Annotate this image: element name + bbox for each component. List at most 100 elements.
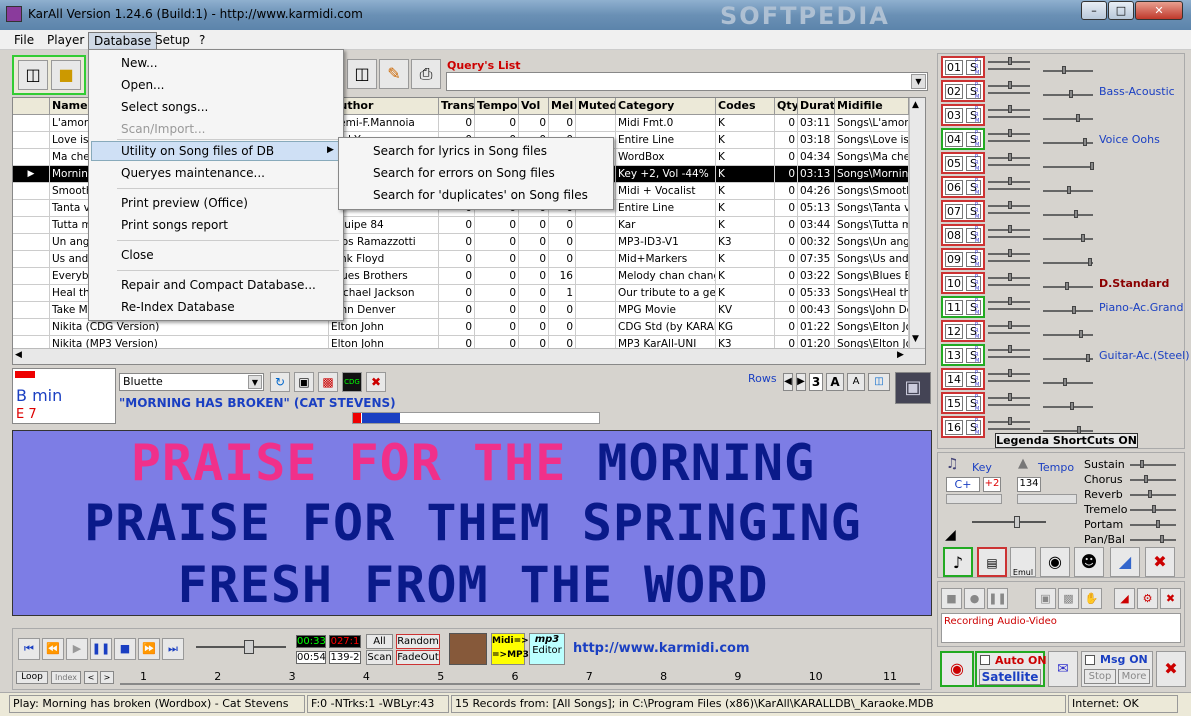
font-large-button[interactable]: A (826, 373, 844, 391)
channel-volume-thumb[interactable] (1076, 114, 1080, 122)
chevron-down-icon[interactable]: ▼ (248, 375, 262, 389)
scroll-up-icon[interactable]: ▲ (912, 100, 919, 110)
channel-volume-slider[interactable] (1043, 310, 1093, 312)
window-icon[interactable]: ◫ (868, 373, 890, 391)
settings-tools-icon[interactable]: ✖ (1156, 651, 1186, 687)
submenu-search-errors[interactable]: Search for errors on Song files (373, 166, 555, 180)
channel-slider-thumb[interactable] (1008, 369, 1012, 377)
grid-header-author[interactable]: Author (329, 98, 439, 115)
singer-icon[interactable]: ☻ (1074, 547, 1104, 577)
grid-header-muted[interactable]: Muted (576, 98, 616, 115)
maximize-button[interactable]: □ (1108, 1, 1134, 20)
grid-header-durat[interactable]: Durat (798, 98, 835, 115)
channel-volume-slider[interactable] (1043, 214, 1093, 216)
channel-volume-slider[interactable] (1043, 166, 1093, 168)
emul-button[interactable]: Emul (1010, 547, 1036, 577)
channel-volume-thumb[interactable] (1070, 402, 1074, 410)
effect-slider-thumb[interactable] (1140, 460, 1144, 468)
menu-item-select-songs[interactable]: Select songs... (121, 100, 208, 114)
all-button[interactable]: All (366, 634, 393, 649)
effect-slider[interactable] (1130, 479, 1176, 481)
channel-slider-thumb[interactable] (1008, 249, 1012, 257)
more-button[interactable]: More (1118, 669, 1150, 684)
channel-number[interactable]: 13 (945, 348, 963, 363)
channel-number[interactable]: 02 (945, 84, 963, 99)
first-track-icon[interactable]: ⏮ (18, 638, 40, 660)
channel-number[interactable]: 16 (945, 420, 963, 435)
satellite-button[interactable]: Satellite (979, 669, 1041, 685)
channel-slider-b[interactable] (988, 164, 1030, 166)
effect-slider[interactable] (1130, 524, 1176, 526)
channel-slider-b[interactable] (988, 212, 1030, 214)
submenu-search-duplicates[interactable]: Search for 'duplicates' on Song files (373, 188, 588, 202)
channel-slider-b[interactable] (988, 140, 1030, 142)
piano-icon[interactable]: ▤ (977, 547, 1007, 577)
channel-number[interactable]: 12 (945, 324, 963, 339)
channel-number[interactable]: 15 (945, 396, 963, 411)
camera-icon[interactable]: ▣ (1035, 588, 1056, 609)
horizontal-scrollbar[interactable] (13, 348, 925, 364)
mp3-editor-button[interactable]: mp3 Editor (529, 633, 565, 665)
effect-slider-thumb[interactable] (1148, 490, 1152, 498)
channel-volume-slider[interactable] (1043, 70, 1093, 72)
forward-icon[interactable]: ⏩ (138, 638, 160, 660)
channel-number[interactable]: 10 (945, 276, 963, 291)
channel-slider-b[interactable] (988, 188, 1030, 190)
channel-slider-thumb[interactable] (1008, 177, 1012, 185)
menu-item-close[interactable]: Close (121, 248, 154, 262)
index-next-button[interactable]: > (100, 671, 114, 684)
effect-slider-thumb[interactable] (1156, 520, 1160, 528)
pause-record-icon[interactable]: ❚❚ (987, 588, 1008, 609)
channel-slider-thumb[interactable] (1008, 225, 1012, 233)
channel-slider-b[interactable] (988, 68, 1030, 70)
channel-volume-thumb[interactable] (1062, 66, 1066, 74)
channel-volume-slider[interactable] (1043, 94, 1093, 96)
effect-slider[interactable] (1130, 494, 1176, 496)
msg-checkbox[interactable] (1085, 655, 1095, 665)
channel-volume-thumb[interactable] (1083, 138, 1087, 146)
printer-icon[interactable]: ⎙ (411, 59, 441, 89)
channel-slider-thumb[interactable] (1008, 129, 1012, 137)
channel-number[interactable]: 05 (945, 156, 963, 171)
channel-number[interactable]: 03 (945, 108, 963, 123)
channel-slider-thumb[interactable] (1008, 81, 1012, 89)
db-disk-icon[interactable]: ◫ (347, 59, 377, 89)
channel-number[interactable]: 08 (945, 228, 963, 243)
submenu-search-lyrics[interactable]: Search for lyrics in Song files (373, 144, 547, 158)
play-icon[interactable]: ▶ (66, 638, 88, 660)
grid-header-qty[interactable]: Qty (775, 98, 798, 115)
minimize-button[interactable]: – (1081, 1, 1107, 20)
channel-slider-thumb[interactable] (1008, 201, 1012, 209)
website-link[interactable]: http://www.karmidi.com (573, 641, 750, 656)
scroll-left-icon[interactable]: ◀ (15, 350, 22, 360)
grid-header-category[interactable]: Category (616, 98, 716, 115)
volume-slider-thumb[interactable] (244, 640, 254, 654)
effect-slider[interactable] (1130, 464, 1176, 466)
channel-volume-thumb[interactable] (1074, 210, 1078, 218)
effect-slider-thumb[interactable] (1160, 535, 1164, 543)
position-ruler[interactable] (120, 683, 920, 685)
menu-item-queryes[interactable]: Queryes maintenance... (121, 166, 265, 180)
menu-file[interactable]: File (9, 32, 39, 48)
menu-setup[interactable]: Setup (150, 32, 195, 48)
legend-shortcuts-button[interactable]: Legenda ShortCuts ON (995, 433, 1138, 448)
channel-volume-thumb[interactable] (1072, 306, 1076, 314)
menu-database[interactable]: Database (88, 32, 158, 50)
effect-slider[interactable] (1130, 539, 1176, 541)
grid-header-codes[interactable]: Codes (716, 98, 775, 115)
menu-item-utility[interactable]: Utility on Song files of DB (121, 144, 274, 158)
channel-slider-b[interactable] (988, 428, 1030, 430)
message-icon[interactable]: ✉ (1048, 651, 1078, 687)
channel-slider-thumb[interactable] (1008, 345, 1012, 353)
rows-decrease-button[interactable]: ◀ (783, 373, 793, 391)
scroll-down-icon[interactable]: ▼ (912, 334, 919, 344)
menu-help[interactable]: ? (194, 32, 210, 48)
channel-slider-thumb[interactable] (1008, 105, 1012, 113)
loop-button[interactable]: Loop (16, 671, 48, 684)
channel-slider-b[interactable] (988, 356, 1030, 358)
menu-item-print-report[interactable]: Print songs report (121, 218, 228, 232)
channel-volume-thumb[interactable] (1067, 186, 1071, 194)
channel-slider-thumb[interactable] (1008, 297, 1012, 305)
channel-slider-b[interactable] (988, 92, 1030, 94)
grid-header-midifile[interactable]: Midifile (835, 98, 909, 115)
